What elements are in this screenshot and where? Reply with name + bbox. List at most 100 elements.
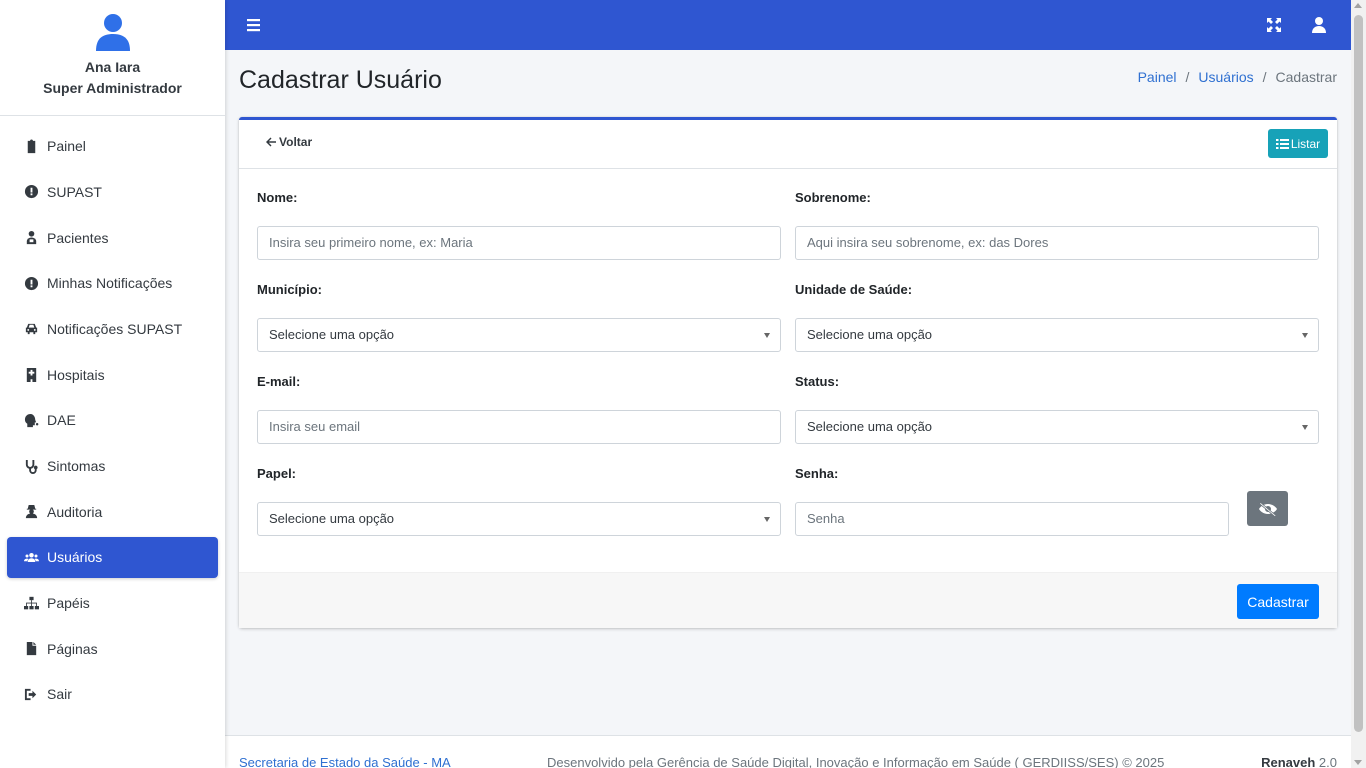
submit-button[interactable]: Cadastrar	[1237, 584, 1319, 619]
sidebar-item-sintomas[interactable]: Sintomas	[7, 446, 218, 487]
card-header: Voltar Listar	[239, 120, 1337, 169]
toggle-password-button[interactable]	[1247, 491, 1288, 526]
status-select-value: Selecione uma opção	[807, 419, 933, 434]
user-panel: Ana Iara Super Administrador	[0, 0, 225, 116]
sidebar-item-label: DAE	[47, 412, 76, 429]
sidebar-item-label: Páginas	[47, 640, 98, 657]
email-label: E-mail:	[257, 374, 301, 389]
hamburger-menu-icon[interactable]	[246, 16, 264, 34]
sidebar-item-label: Minhas Notificações	[47, 275, 173, 292]
head-virus-icon	[23, 412, 39, 428]
field-status: Status: Selecione uma opção	[795, 374, 1319, 444]
sidebar-item-label: Hospitais	[47, 366, 105, 383]
eye-slash-icon	[1258, 501, 1277, 517]
footer-credits: Desenvolvido pela Gerência de Saúde Digi…	[547, 755, 1165, 768]
fullscreen-icon[interactable]	[1265, 16, 1283, 34]
sidebar-item-label: Painel	[47, 138, 86, 155]
scrollbar-thumb[interactable]	[1354, 15, 1363, 732]
user-profile-icon[interactable]	[1310, 16, 1328, 34]
status-label: Status:	[795, 374, 840, 389]
sidebar-item-papeis[interactable]: Papéis	[7, 583, 218, 624]
page-scrollbar[interactable]	[1351, 0, 1366, 768]
municipio-label: Município:	[257, 282, 322, 297]
papel-select[interactable]: Selecione uma opção	[257, 502, 781, 536]
field-unidade: Unidade de Saúde: Selecione uma opção	[795, 282, 1319, 352]
user-name: Ana Iara	[84, 59, 141, 75]
sidebar-item-minhas-notificacoes[interactable]: Minhas Notificações	[7, 263, 218, 304]
top-navbar	[225, 0, 1351, 50]
field-papel: Papel: Selecione uma opção	[257, 466, 781, 536]
user-avatar-icon	[95, 13, 130, 51]
sidebar-item-label: Pacientes	[47, 229, 109, 246]
sobrenome-input[interactable]: Aqui insira seu sobrenome, ex: das Dores	[795, 226, 1319, 260]
sidebar-item-notificacoes-supast[interactable]: Notificações SUPAST	[7, 308, 218, 349]
field-sobrenome: Sobrenome: Aqui insira seu sobrenome, ex…	[795, 190, 1319, 260]
caret-down-icon	[1302, 333, 1308, 338]
footer-version: Renaveh 2.0	[1261, 755, 1337, 768]
sidebar-item-label: Papéis	[47, 595, 90, 612]
breadcrumb-current: Cadastrar	[1275, 69, 1337, 85]
field-municipio: Município: Selecione uma opção	[257, 282, 781, 352]
breadcrumb-usuarios-link[interactable]: Usuários	[1198, 69, 1253, 85]
clipboard-icon	[23, 138, 39, 154]
user-role: Super Administrador	[43, 80, 182, 96]
sidebar-item-painel[interactable]: Painel	[7, 126, 218, 167]
senha-label: Senha:	[795, 466, 839, 481]
footer-brand: Renaveh	[1261, 755, 1316, 768]
unidade-label: Unidade de Saúde:	[795, 282, 913, 297]
sitemap-icon	[23, 595, 39, 611]
sidebar: Ana Iara Super Administrador Painel SUPA…	[0, 0, 225, 768]
breadcrumb: Painel / Usuários / Cadastrar	[1138, 69, 1337, 85]
breadcrumb-painel-link[interactable]: Painel	[1138, 69, 1177, 85]
stethoscope-icon	[23, 458, 39, 474]
senha-input[interactable]: Senha	[795, 502, 1229, 536]
sidebar-item-usuarios[interactable]: Usuários	[7, 536, 218, 578]
back-button[interactable]: Voltar	[265, 135, 312, 149]
nome-input[interactable]: Insira seu primeiro nome, ex: Maria	[257, 226, 781, 260]
breadcrumb-separator: /	[1262, 69, 1267, 85]
caret-down-icon	[764, 333, 770, 338]
user-form: Nome: Insira seu primeiro nome, ex: Mari…	[239, 169, 1337, 572]
back-button-label: Voltar	[279, 135, 313, 149]
breadcrumb-separator: /	[1185, 69, 1190, 85]
sidebar-item-label: Notificações SUPAST	[47, 320, 183, 337]
scroll-down-icon[interactable]	[1354, 760, 1362, 765]
car-icon	[23, 321, 39, 337]
sidebar-item-paginas[interactable]: Páginas	[7, 628, 218, 669]
sidebar-item-label: Usuários	[47, 549, 103, 566]
list-button-label: Listar	[1290, 136, 1321, 151]
sidebar-item-label: SUPAST	[47, 183, 102, 200]
email-input[interactable]: Insira seu email	[257, 410, 781, 444]
sidebar-item-auditoria[interactable]: Auditoria	[7, 491, 218, 532]
sidebar-item-label: Sair	[47, 686, 72, 703]
user-injured-icon	[23, 230, 39, 246]
papel-select-value: Selecione uma opção	[269, 511, 395, 526]
status-select[interactable]: Selecione uma opção	[795, 410, 1319, 444]
exclamation-circle-icon	[23, 275, 39, 291]
sidebar-item-dae[interactable]: DAE	[7, 400, 218, 441]
user-secret-icon	[23, 504, 39, 520]
sidebar-item-label: Sintomas	[47, 458, 106, 474]
sidebar-item-hospitais[interactable]: Hospitais	[7, 354, 218, 395]
unidade-select[interactable]: Selecione uma opção	[795, 318, 1319, 352]
unidade-select-value: Selecione uma opção	[807, 327, 933, 342]
hospital-icon	[23, 367, 39, 383]
page-title: Cadastrar Usuário	[239, 66, 442, 94]
papel-label: Papel:	[257, 466, 297, 481]
sidebar-item-pacientes[interactable]: Pacientes	[7, 217, 218, 258]
sobrenome-label: Sobrenome:	[795, 190, 871, 205]
users-icon	[23, 549, 39, 565]
municipio-select[interactable]: Selecione uma opção	[257, 318, 781, 352]
caret-down-icon	[1302, 425, 1308, 430]
nome-label: Nome:	[257, 190, 298, 205]
sidebar-item-supast[interactable]: SUPAST	[7, 171, 218, 212]
footer-secretaria-link[interactable]: Secretaria de Estado da Saúde - MA	[239, 755, 451, 768]
file-icon	[23, 641, 39, 657]
scroll-up-icon[interactable]	[1354, 3, 1362, 8]
arrow-left-icon	[266, 137, 276, 147]
sidebar-item-sair[interactable]: Sair	[7, 674, 218, 715]
sidebar-item-label: Auditoria	[47, 503, 103, 520]
page-footer: Secretaria de Estado da Saúde - MA Desen…	[225, 735, 1351, 768]
list-button[interactable]: Listar	[1268, 129, 1328, 158]
municipio-select-value: Selecione uma opção	[269, 327, 395, 342]
